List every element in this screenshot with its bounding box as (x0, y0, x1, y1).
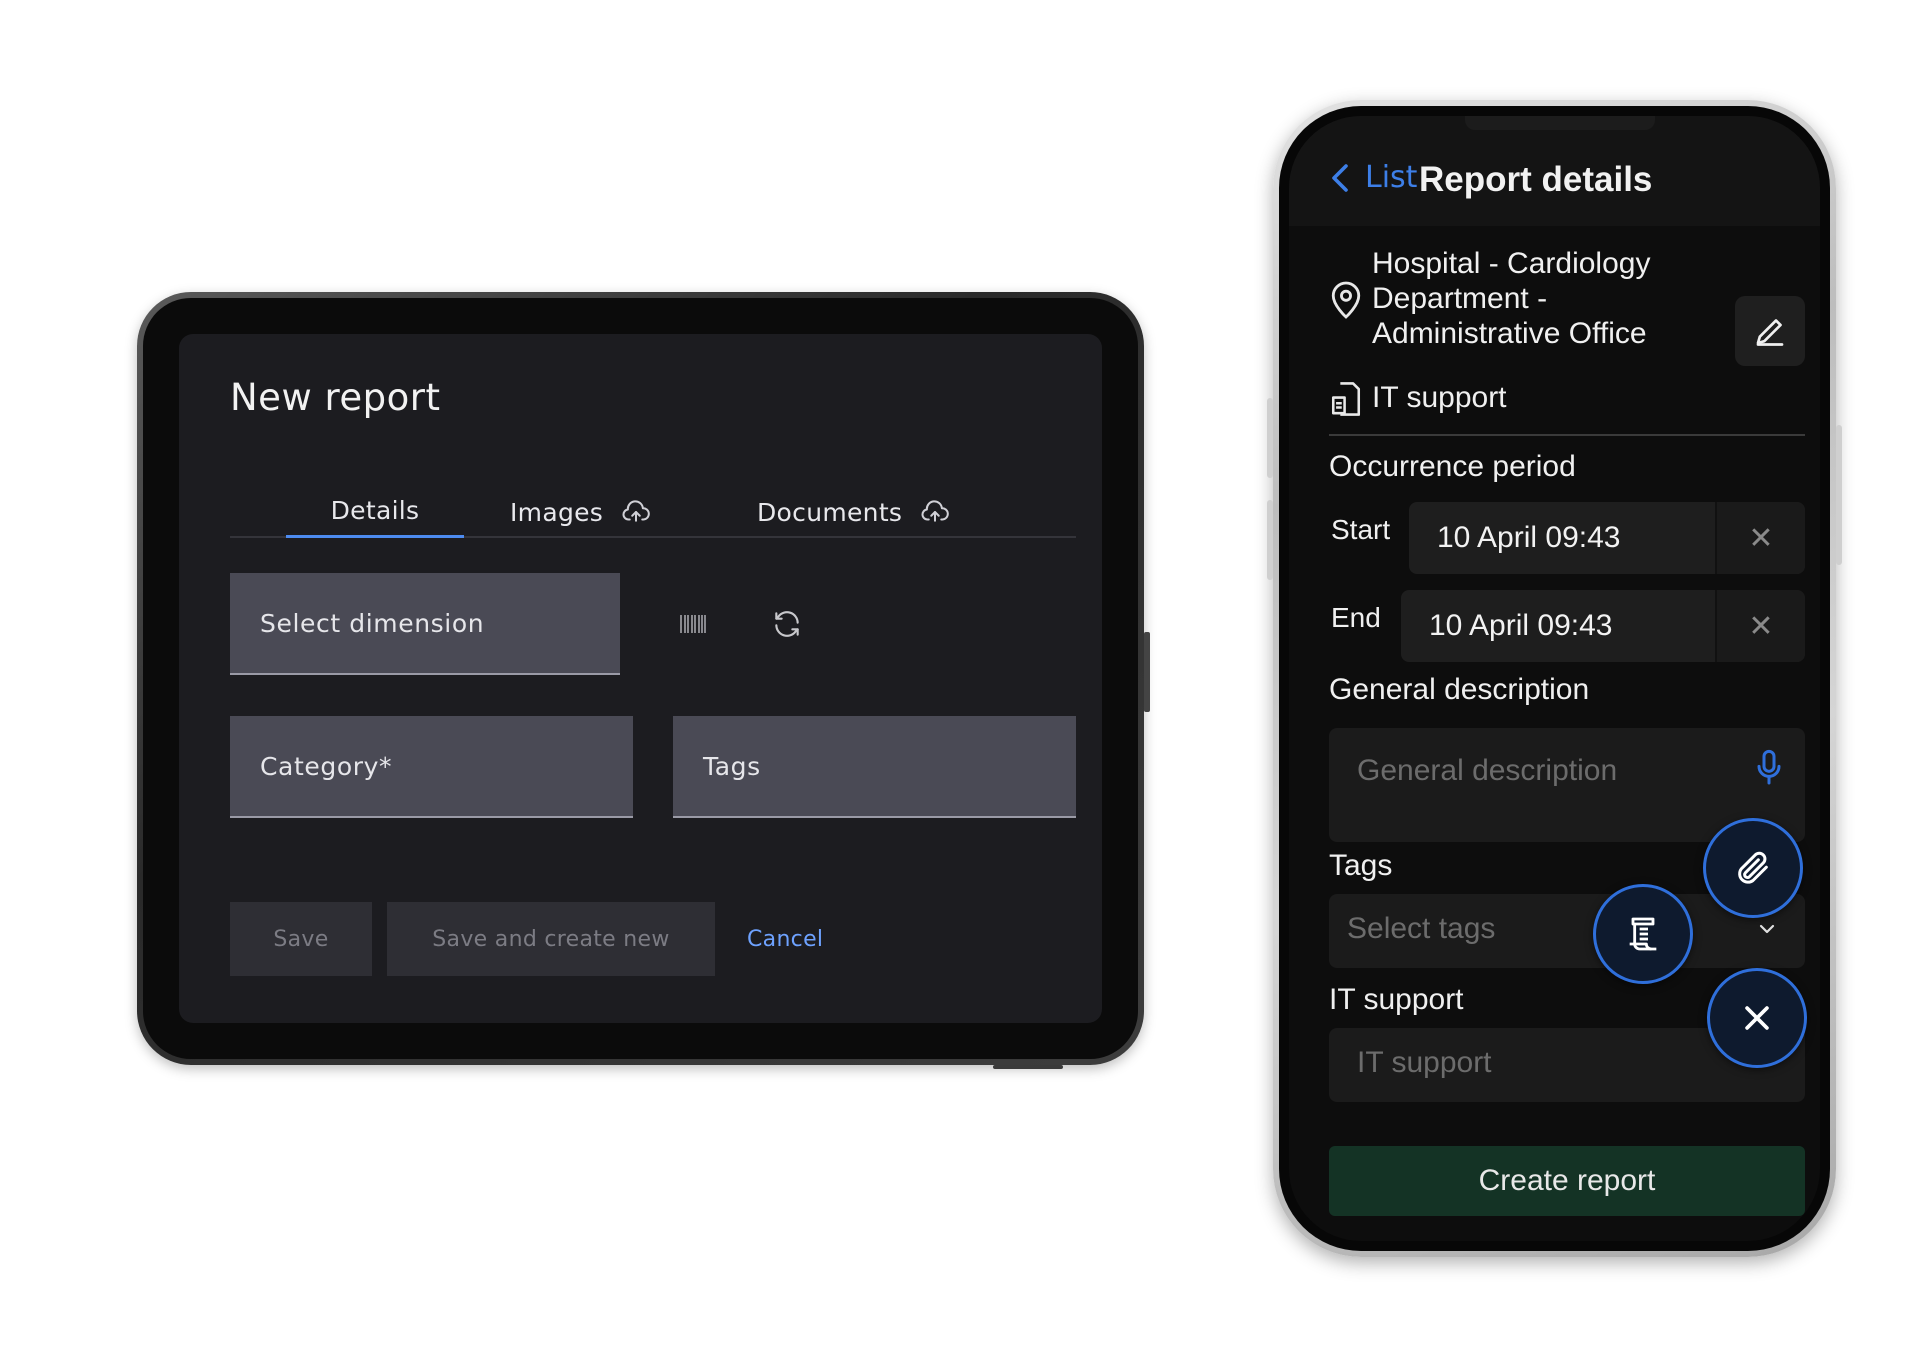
chevron-down-icon (1759, 924, 1775, 934)
clear-end-button[interactable]: ✕ (1715, 590, 1805, 662)
tablet-bezel: New report Details Images Documents Sele… (143, 298, 1138, 1059)
tab-images[interactable]: Images (510, 486, 651, 538)
location-line: Department - (1372, 282, 1548, 315)
cancel-button[interactable]: Cancel (747, 902, 823, 976)
tab-images-label: Images (510, 497, 604, 527)
tab-documents-label: Documents (757, 497, 903, 527)
tags-heading: Tags (1329, 849, 1393, 882)
general-description-placeholder: General description (1357, 754, 1618, 787)
tablet-bottom-button (993, 1065, 1063, 1069)
general-description-heading: General description (1329, 673, 1590, 706)
it-support-placeholder: IT support (1357, 1046, 1492, 1079)
phone-notch (1465, 116, 1655, 130)
tablet-screen: New report Details Images Documents Sele… (179, 334, 1102, 1023)
tab-details[interactable]: Details (286, 486, 464, 538)
location-text: Hospital - Cardiology Department - Admin… (1372, 246, 1692, 351)
select-dimension-label: Select dimension (260, 608, 485, 638)
phone-volume-down (1267, 500, 1273, 580)
page-title: New report (230, 376, 441, 419)
phone-screen: List Report details Hospital - Cardiolog… (1289, 116, 1820, 1241)
location-pin-icon (1329, 280, 1363, 324)
back-label: List (1365, 160, 1418, 195)
stage: New report Details Images Documents Sele… (0, 0, 1920, 1353)
phone-bezel: List Report details Hospital - Cardiolog… (1279, 106, 1830, 1251)
tags-field[interactable]: Tags (673, 716, 1076, 818)
category-field[interactable]: Category* (230, 716, 633, 818)
location-line: Hospital - Cardiology (1372, 247, 1651, 280)
edit-location-button[interactable] (1735, 296, 1805, 366)
phone-device: List Report details Hospital - Cardiolog… (1267, 100, 1842, 1257)
end-date-value: 10 April 09:43 (1429, 609, 1613, 642)
attach-fab[interactable] (1703, 818, 1803, 918)
tags-label: Tags (703, 751, 761, 781)
cloud-upload-icon (622, 500, 650, 522)
phone-volume-up (1267, 398, 1273, 478)
refresh-icon[interactable] (767, 604, 807, 644)
start-label: Start (1331, 514, 1391, 545)
save-and-create-new-button[interactable]: Save and create new (387, 902, 715, 976)
phone-power-button (1836, 425, 1842, 565)
save-button[interactable]: Save (230, 902, 372, 976)
page-title: Report details (1419, 160, 1653, 199)
location-line: Administrative Office (1372, 317, 1647, 350)
create-report-button[interactable]: Create report (1329, 1146, 1805, 1216)
close-icon: ✕ (1748, 608, 1774, 644)
end-label: End (1331, 602, 1381, 633)
document-list-icon (1629, 917, 1657, 951)
document-category-icon (1329, 380, 1363, 422)
tablet-side-button (1144, 632, 1150, 712)
tab-bar: Details Images Documents (230, 486, 1076, 538)
occurrence-period-heading: Occurrence period (1329, 450, 1576, 483)
it-support-heading: IT support (1329, 983, 1464, 1016)
paperclip-icon (1738, 851, 1768, 884)
clear-start-button[interactable]: ✕ (1715, 502, 1805, 574)
document-fab[interactable] (1593, 884, 1693, 984)
close-icon (1745, 1006, 1769, 1030)
microphone-icon[interactable] (1755, 748, 1783, 788)
close-icon: ✕ (1748, 520, 1774, 556)
phone-header: List Report details (1289, 116, 1820, 226)
start-date-value: 10 April 09:43 (1437, 521, 1621, 554)
pencil-icon (1756, 319, 1784, 346)
end-date-field[interactable]: 10 April 09:43 ✕ (1401, 590, 1805, 662)
cloud-upload-icon (921, 500, 950, 522)
tablet-device: New report Details Images Documents Sele… (137, 292, 1150, 1069)
start-date-field[interactable]: 10 April 09:43 ✕ (1409, 502, 1805, 574)
tags-placeholder: Select tags (1347, 912, 1496, 945)
category-value: IT support (1372, 381, 1507, 414)
select-dimension-field[interactable]: Select dimension (230, 573, 620, 675)
tab-details-label: Details (330, 496, 420, 525)
tab-documents[interactable]: Documents (757, 486, 950, 538)
divider (1329, 434, 1805, 436)
chevron-left-icon (1332, 163, 1348, 192)
barcode-icon[interactable] (673, 604, 713, 644)
back-button[interactable]: List (1329, 160, 1417, 195)
category-label: Category* (260, 751, 393, 781)
close-fab[interactable] (1707, 968, 1807, 1068)
